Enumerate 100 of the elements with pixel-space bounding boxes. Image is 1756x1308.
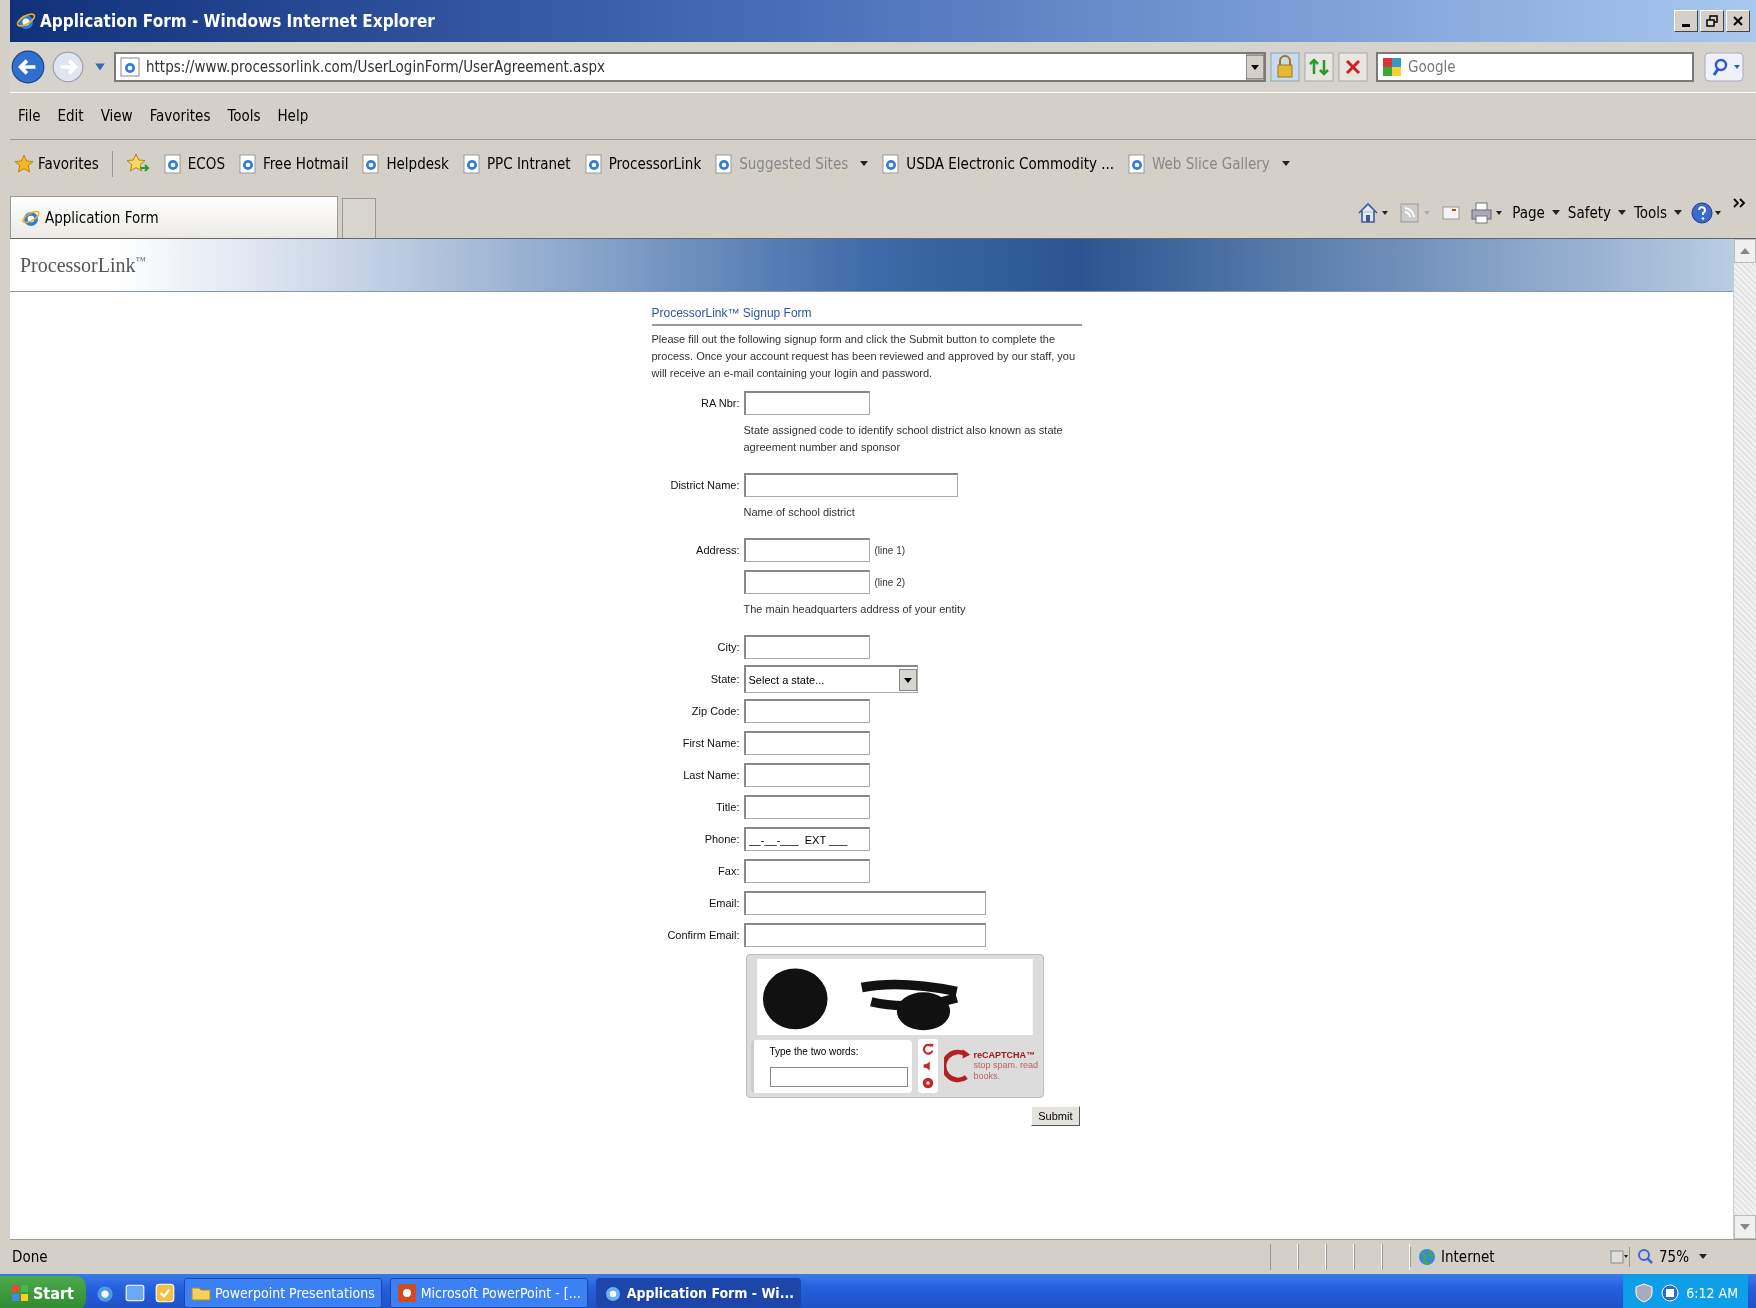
- page-icon: [238, 154, 258, 174]
- refresh-icon[interactable]: [1304, 52, 1334, 82]
- captcha-input[interactable]: [769, 1066, 908, 1087]
- taskbar-button[interactable]: Application Form - Wi...: [595, 1278, 801, 1308]
- page-icon: [162, 154, 183, 174]
- address-field[interactable]: https://www.processorlink.com/UserLoginForm/UserAgreement.aspx: [114, 52, 1266, 82]
- search-button[interactable]: [1704, 52, 1744, 82]
- search-field[interactable]: Google: [1376, 52, 1694, 82]
- minimize-button[interactable]: [1674, 10, 1698, 32]
- captcha-tagline: stop spam. read books.: [973, 1060, 1040, 1082]
- state-dropdown[interactable]: Select a state...: [743, 665, 918, 693]
- text-field[interactable]: [743, 699, 870, 723]
- menu-item[interactable]: File: [18, 107, 41, 125]
- taskbar-button[interactable]: Powerpoint Presentations: [183, 1278, 382, 1308]
- security-zone: Internet: [1410, 1247, 1607, 1267]
- reload-icon[interactable]: [920, 1042, 935, 1056]
- desktop-icon[interactable]: [123, 1282, 146, 1304]
- status-panel: [1298, 1244, 1326, 1270]
- intro-text: Please fill out the following signup form and click the Submit button to complete the process. Once your account request has been reviewed and approved by our staff, you will receive an e-mail containing your login and password.: [651, 332, 1077, 381]
- field-hint: Name of school district: [743, 505, 856, 520]
- network-icon[interactable]: [1660, 1283, 1681, 1303]
- menu-item[interactable]: Favorites: [149, 107, 211, 125]
- status-panel: [1354, 1244, 1382, 1270]
- chevron-icon[interactable]: [1732, 197, 1746, 209]
- favorites-link[interactable]: USDA Electronic Commodity ...: [881, 154, 1115, 174]
- new-tab-button[interactable]: [342, 198, 376, 238]
- favorites-link[interactable]: Free Hotmail: [238, 154, 349, 174]
- start-button[interactable]: Start: [0, 1276, 86, 1308]
- print-icon[interactable]: [1470, 201, 1505, 225]
- field-label: State:: [709, 673, 741, 685]
- text-field[interactable]: [743, 795, 870, 819]
- submit-button[interactable]: Submit: [1031, 1106, 1080, 1126]
- close-icon: [1731, 14, 1745, 28]
- form-title: ProcessorLink™ Signup Form: [651, 306, 1082, 326]
- minimize-icon: [1682, 23, 1690, 27]
- page-icon: [583, 154, 604, 174]
- url-text: https://www.processorlink.com/UserLoginForm/UserAgreement.aspx: [146, 58, 606, 76]
- text-field[interactable]: __-__-___ EXT ___: [743, 827, 870, 851]
- menu-item[interactable]: Help: [277, 107, 309, 125]
- browser-tab[interactable]: Application Form: [10, 196, 338, 238]
- text-field[interactable]: [743, 731, 870, 755]
- history-dropdown-icon[interactable]: [94, 62, 106, 72]
- page-icon: [361, 154, 382, 174]
- feeds-icon[interactable]: [1398, 201, 1433, 225]
- scroll-down-icon[interactable]: [1734, 1215, 1756, 1239]
- menu-item[interactable]: View: [100, 107, 133, 125]
- field-label: District Name:: [669, 479, 741, 491]
- stop-icon[interactable]: [1338, 52, 1368, 82]
- window-title: Application Form - Windows Internet Explorer: [40, 11, 435, 31]
- field-label: Phone:: [703, 833, 741, 845]
- add-favorite-icon[interactable]: [125, 153, 150, 175]
- favorites-link[interactable]: ECOS: [162, 154, 225, 174]
- taskbar-button[interactable]: Microsoft PowerPoint - [...: [389, 1278, 588, 1308]
- vertical-scrollbar[interactable]: [1733, 239, 1756, 1239]
- status-panel: [1270, 1244, 1298, 1270]
- favorites-link[interactable]: Helpdesk: [361, 154, 449, 174]
- dropdown-arrow-icon: [1551, 210, 1560, 216]
- captcha-prompt: Type the two words:: [769, 1045, 860, 1057]
- lock-icon[interactable]: [1270, 52, 1300, 82]
- text-field[interactable]: [743, 538, 870, 562]
- menu-item[interactable]: Tools: [227, 107, 261, 125]
- page-icon: [714, 154, 735, 174]
- command-menu[interactable]: Safety: [1567, 204, 1626, 222]
- field-label: Last Name:: [682, 769, 741, 781]
- favorites-button[interactable]: Favorites: [14, 154, 99, 174]
- field-label: Title:: [715, 801, 741, 813]
- browser-logo-icon: [16, 11, 36, 31]
- text-field[interactable]: [743, 635, 870, 659]
- shield-icon[interactable]: [1634, 1283, 1655, 1303]
- back-button[interactable]: [10, 49, 46, 85]
- address-dropdown-icon[interactable]: [1246, 54, 1264, 80]
- captcha-brand: reCAPTCHA™: [973, 1050, 1036, 1060]
- command-menu[interactable]: Page: [1512, 204, 1560, 222]
- windows-flag-icon: [10, 1283, 30, 1303]
- status-panel: [1382, 1244, 1410, 1270]
- page-icon: [881, 154, 902, 174]
- text-field[interactable]: [743, 473, 958, 497]
- scroll-up-icon[interactable]: [1734, 239, 1756, 263]
- text-field[interactable]: [743, 570, 870, 594]
- home-icon[interactable]: [1356, 201, 1391, 225]
- page-icon: [1127, 154, 1148, 174]
- field-label: First Name:: [681, 737, 741, 749]
- restore-icon: [1705, 14, 1719, 28]
- zoom-level[interactable]: 75%: [1629, 1247, 1736, 1267]
- text-field[interactable]: [743, 891, 986, 915]
- restore-button[interactable]: [1700, 10, 1724, 32]
- text-field[interactable]: [743, 391, 870, 415]
- page-icon: [461, 154, 482, 174]
- text-field[interactable]: [743, 923, 986, 947]
- text-field[interactable]: [743, 859, 870, 883]
- presentation-app-icon: [396, 1283, 417, 1303]
- close-button[interactable]: [1726, 10, 1750, 32]
- favorites-link[interactable]: ProcessorLink: [583, 154, 702, 174]
- site-logo: ProcessorLink$^{™}$: [20, 253, 146, 277]
- field-note: (line 2): [874, 576, 906, 588]
- text-field[interactable]: [743, 763, 870, 787]
- dropdown-arrow-icon: [1699, 1254, 1707, 1260]
- favorites-link[interactable]: PPC Intranet: [461, 154, 571, 174]
- menu-item[interactable]: Edit: [57, 107, 84, 125]
- command-menu[interactable]: Tools: [1634, 204, 1682, 222]
